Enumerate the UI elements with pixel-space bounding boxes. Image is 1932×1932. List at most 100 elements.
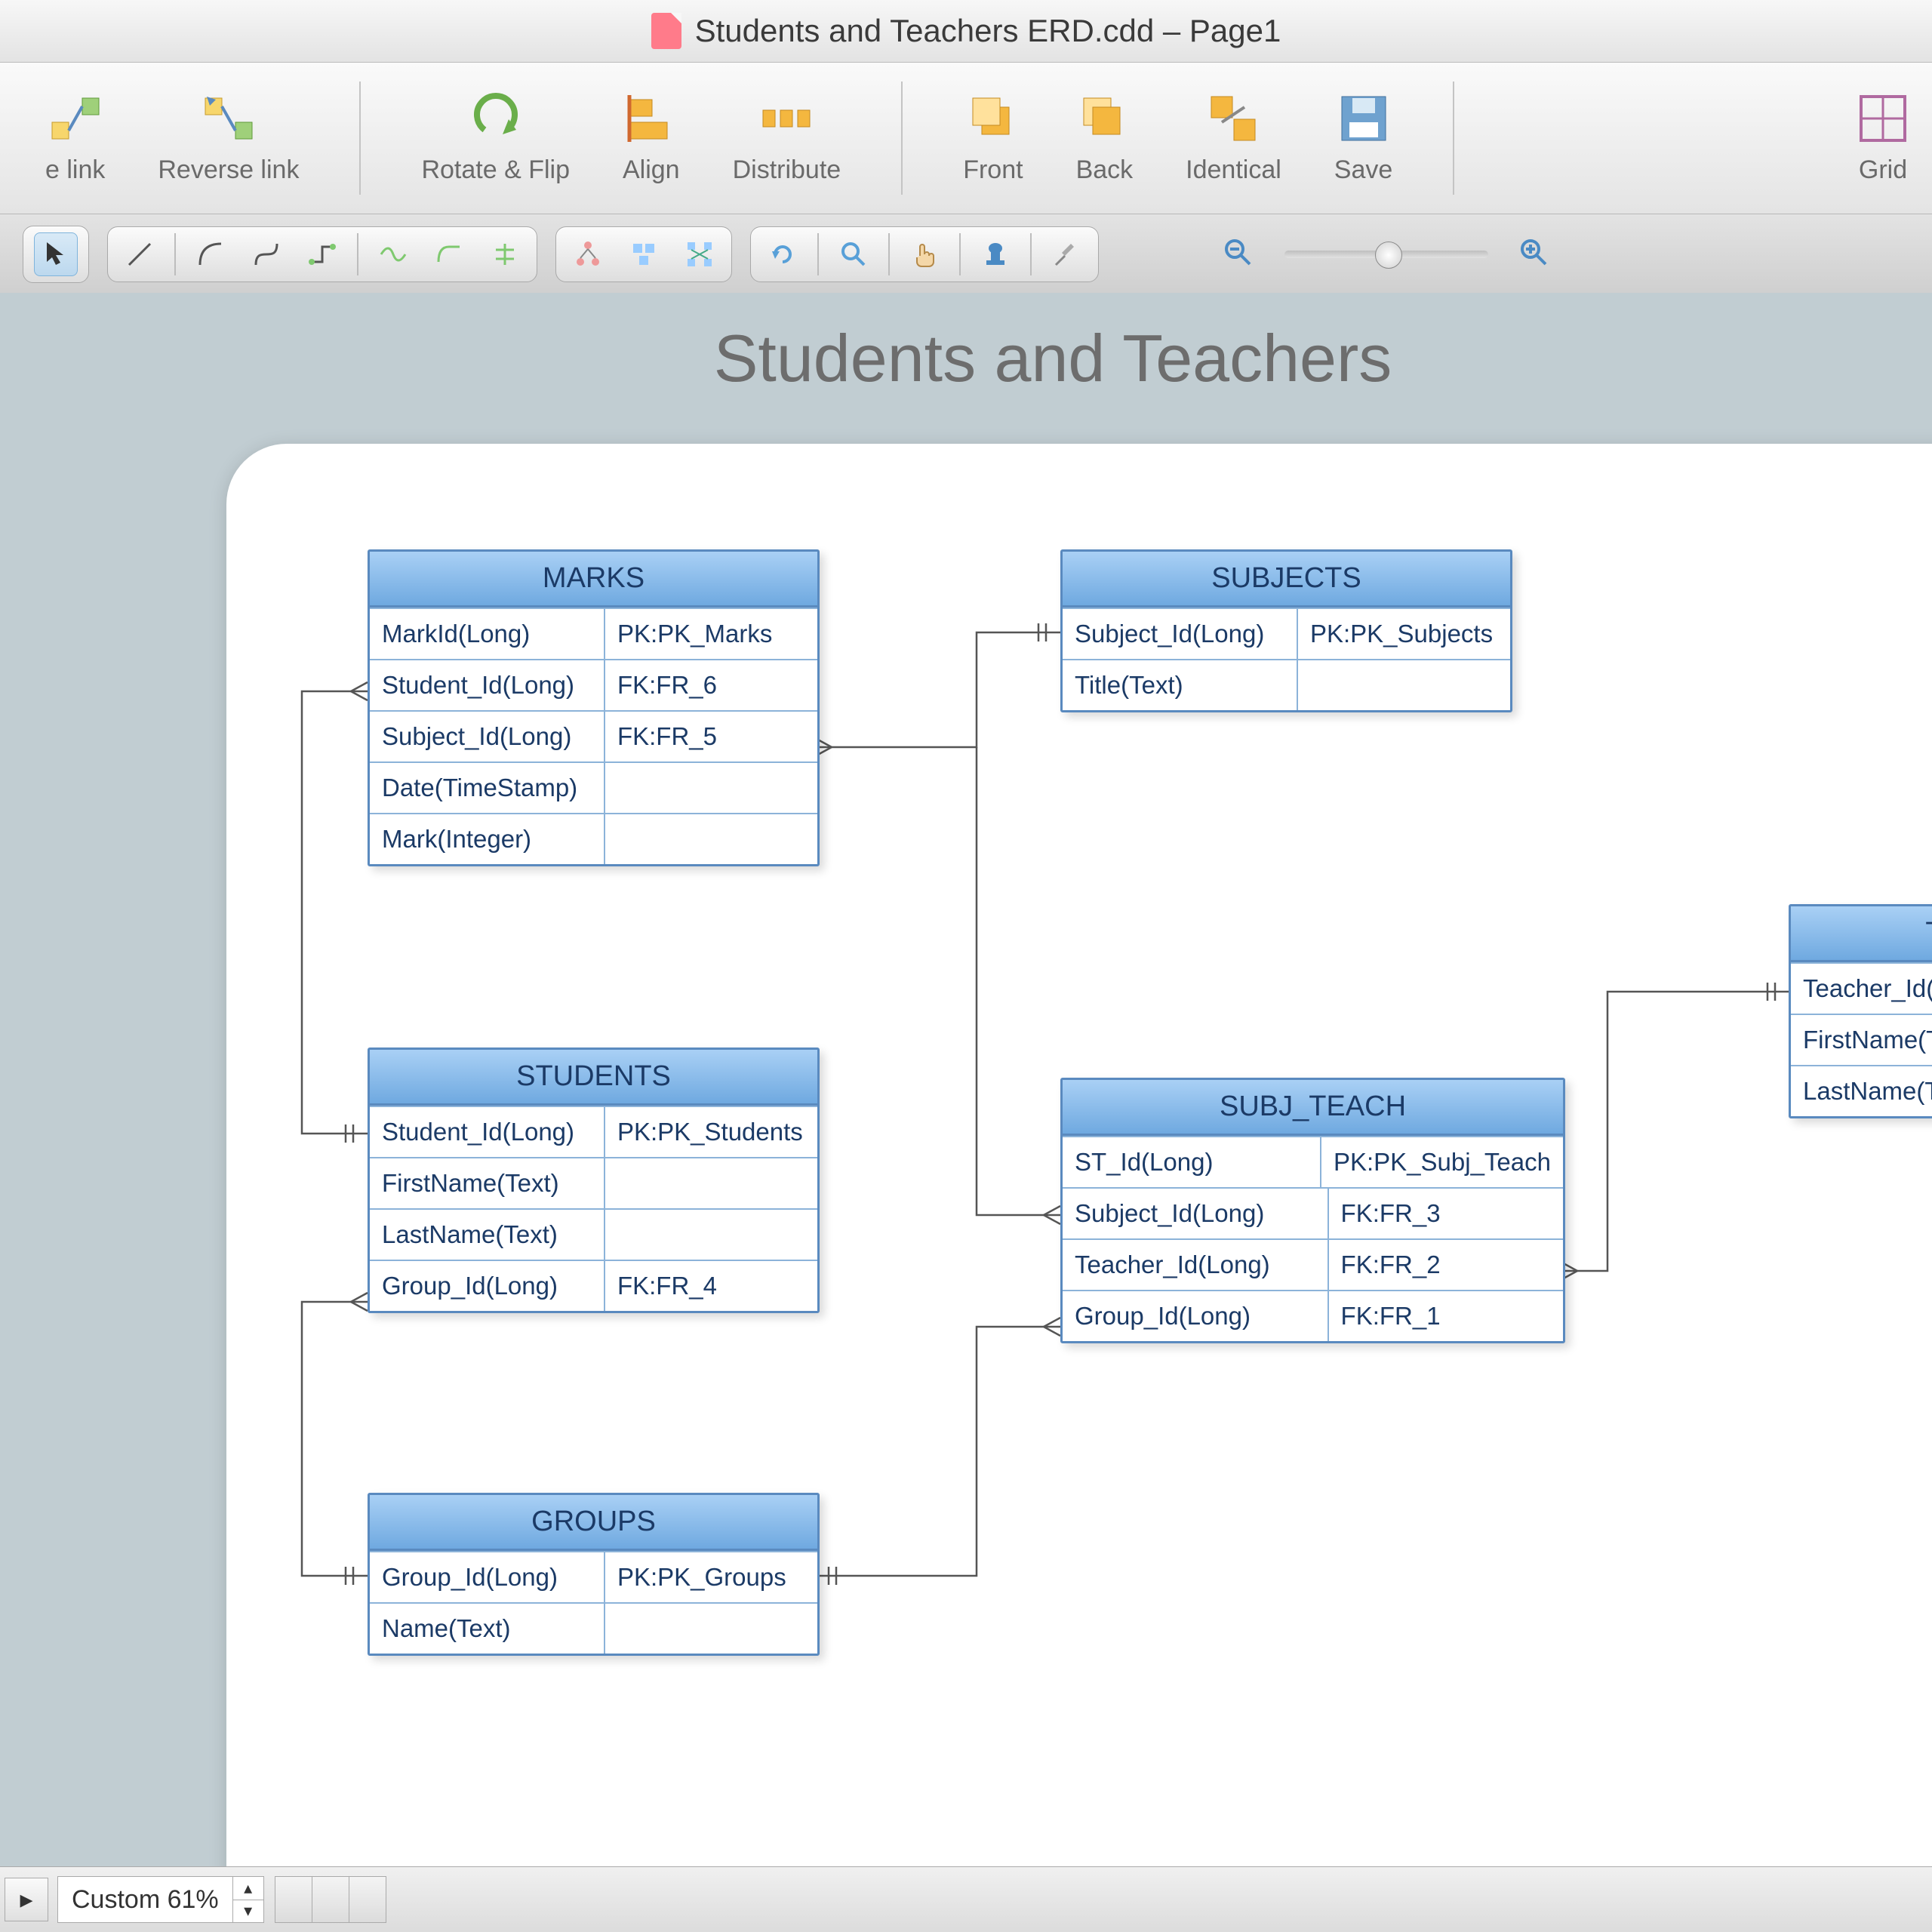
entity-subjects[interactable]: SUBJECTS Subject_Id(Long)PK:PK_SubjectsT… (1060, 549, 1512, 712)
identical-label: Identical (1186, 155, 1281, 185)
network-layout-tool[interactable] (678, 233, 721, 275)
column-field: Subject_Id(Long) (1063, 608, 1298, 659)
column-key: FK:FR_6 (605, 659, 817, 710)
zoom-slider[interactable] (1284, 251, 1488, 258)
entity-row: FirstName(Te (1791, 1014, 1932, 1065)
align-button[interactable]: Align (623, 92, 680, 185)
rotate-flip-label: Rotate & Flip (421, 155, 570, 185)
save-icon (1337, 92, 1390, 145)
column-field: MarkId(Long) (370, 608, 605, 659)
canvas-area[interactable]: Students and Teachers (174, 293, 1932, 1867)
arc-tool[interactable] (189, 233, 232, 275)
identical-icon (1207, 92, 1260, 145)
column-key: FK:FR_4 (605, 1260, 817, 1311)
entity-row: Student_Id(Long)PK:PK_Students (370, 1106, 817, 1157)
entity-row: Subject_Id(Long)PK:PK_Subjects (1063, 608, 1510, 659)
pan-tool[interactable] (903, 233, 946, 275)
view-tools-group (750, 226, 1099, 282)
front-button[interactable]: Front (963, 92, 1023, 185)
line-tool[interactable] (118, 233, 161, 275)
entity-header: MARKS (370, 552, 817, 608)
distribute-icon (760, 92, 813, 145)
view-mode-2[interactable] (312, 1877, 349, 1922)
smart-connector-tool[interactable] (301, 233, 343, 275)
entity-header: STUDENTS (370, 1050, 817, 1106)
entity-marks[interactable]: MARKS MarkId(Long)PK:PK_MarksStudent_Id(… (368, 549, 820, 866)
entity-row: Group_Id(Long)PK:PK_Groups (370, 1551, 817, 1602)
refresh-tool[interactable] (761, 233, 804, 275)
zoom-stepper[interactable]: ▴▾ (232, 1877, 263, 1922)
zoom-readout[interactable]: Custom 61% ▴▾ (57, 1876, 264, 1923)
tool-separator (1030, 233, 1032, 275)
zoom-out-icon[interactable] (1223, 237, 1254, 272)
column-key: PK:PK_Groups (605, 1551, 817, 1602)
reverse-link-icon (202, 92, 255, 145)
ribbon-separator (1453, 82, 1454, 195)
column-field: Group_Id(Long) (370, 1551, 605, 1602)
diagram-title: Students and Teachers (174, 320, 1932, 397)
tree-layout-tool[interactable] (567, 233, 609, 275)
column-field: Title(Text) (1063, 659, 1298, 710)
zoom-tool[interactable] (832, 233, 875, 275)
grid-label: Grid (1859, 155, 1907, 185)
round-connector-tool[interactable] (428, 233, 470, 275)
spline-tool[interactable] (372, 233, 414, 275)
column-field: ST_Id(Long) (1063, 1136, 1321, 1187)
view-mode-buttons[interactable] (275, 1876, 386, 1923)
align-label: Align (623, 155, 680, 185)
grid-button[interactable]: Grid (1857, 92, 1909, 185)
back-label: Back (1076, 155, 1134, 185)
column-field: LastName(Te (1791, 1065, 1932, 1116)
entity-teachers[interactable]: T Teacher_Id(LFirstName(TeLastName(Te (1789, 904, 1932, 1118)
rotate-flip-button[interactable]: Rotate & Flip (421, 92, 570, 185)
stamp-tool[interactable] (974, 233, 1017, 275)
column-field: LastName(Text) (370, 1208, 605, 1260)
entity-row: Name(Text) (370, 1602, 817, 1654)
status-bar: ▸ Custom 61% ▴▾ (0, 1866, 1932, 1932)
sub-toolbar (0, 214, 1932, 295)
identical-button[interactable]: Identical (1186, 92, 1281, 185)
entity-row: Mark(Integer) (370, 813, 817, 864)
view-mode-3[interactable] (349, 1877, 386, 1922)
column-key (605, 813, 817, 864)
zoom-in-icon[interactable] (1518, 237, 1550, 272)
branch-tool[interactable] (484, 233, 526, 275)
view-mode-1[interactable] (275, 1877, 312, 1922)
entity-groups[interactable]: GROUPS Group_Id(Long)PK:PK_GroupsName(Te… (368, 1493, 820, 1656)
back-button[interactable]: Back (1076, 92, 1134, 185)
cluster-layout-tool[interactable] (623, 233, 665, 275)
column-field: Teacher_Id(L (1791, 962, 1932, 1014)
workspace: Students and Teachers (0, 293, 1932, 1867)
entity-row: Date(TimeStamp) (370, 761, 817, 813)
entity-subj-teach[interactable]: SUBJ_TEACH ST_Id(Long)PK:PK_Subj_TeachSu… (1060, 1078, 1565, 1343)
column-field: Student_Id(Long) (370, 659, 605, 710)
reverse-link-button[interactable]: Reverse link (158, 92, 299, 185)
entity-row: Title(Text) (1063, 659, 1510, 710)
ribbon-separator (359, 82, 361, 195)
column-field: FirstName(Text) (370, 1157, 605, 1208)
column-field: FirstName(Te (1791, 1014, 1932, 1065)
column-field: Date(TimeStamp) (370, 761, 605, 813)
pointer-tool[interactable] (34, 232, 78, 276)
window-titlebar: Students and Teachers ERD.cdd – Page1 (0, 0, 1932, 63)
grid-icon (1857, 92, 1909, 145)
distribute-button[interactable]: Distribute (733, 92, 841, 185)
column-field: Subject_Id(Long) (370, 710, 605, 761)
column-field: Subject_Id(Long) (1063, 1187, 1329, 1238)
entity-row: Teacher_Id(Long)FK:FR_2 (1063, 1238, 1563, 1290)
tool-separator (959, 233, 961, 275)
zoom-slider-thumb[interactable] (1375, 242, 1402, 269)
save-button[interactable]: Save (1334, 92, 1393, 185)
page-prev-button[interactable]: ▸ (5, 1878, 48, 1921)
entity-students[interactable]: STUDENTS Student_Id(Long)PK:PK_StudentsF… (368, 1048, 820, 1313)
eyedropper-tool[interactable] (1045, 233, 1088, 275)
column-key: FK:FR_1 (1329, 1290, 1563, 1341)
link-button[interactable]: e link (45, 92, 105, 185)
entity-header: GROUPS (370, 1495, 817, 1551)
column-key: PK:PK_Marks (605, 608, 817, 659)
column-key (1298, 659, 1510, 710)
entity-row: LastName(Te (1791, 1065, 1932, 1116)
column-key (605, 1602, 817, 1654)
entity-row: FirstName(Text) (370, 1157, 817, 1208)
bezier-tool[interactable] (245, 233, 288, 275)
